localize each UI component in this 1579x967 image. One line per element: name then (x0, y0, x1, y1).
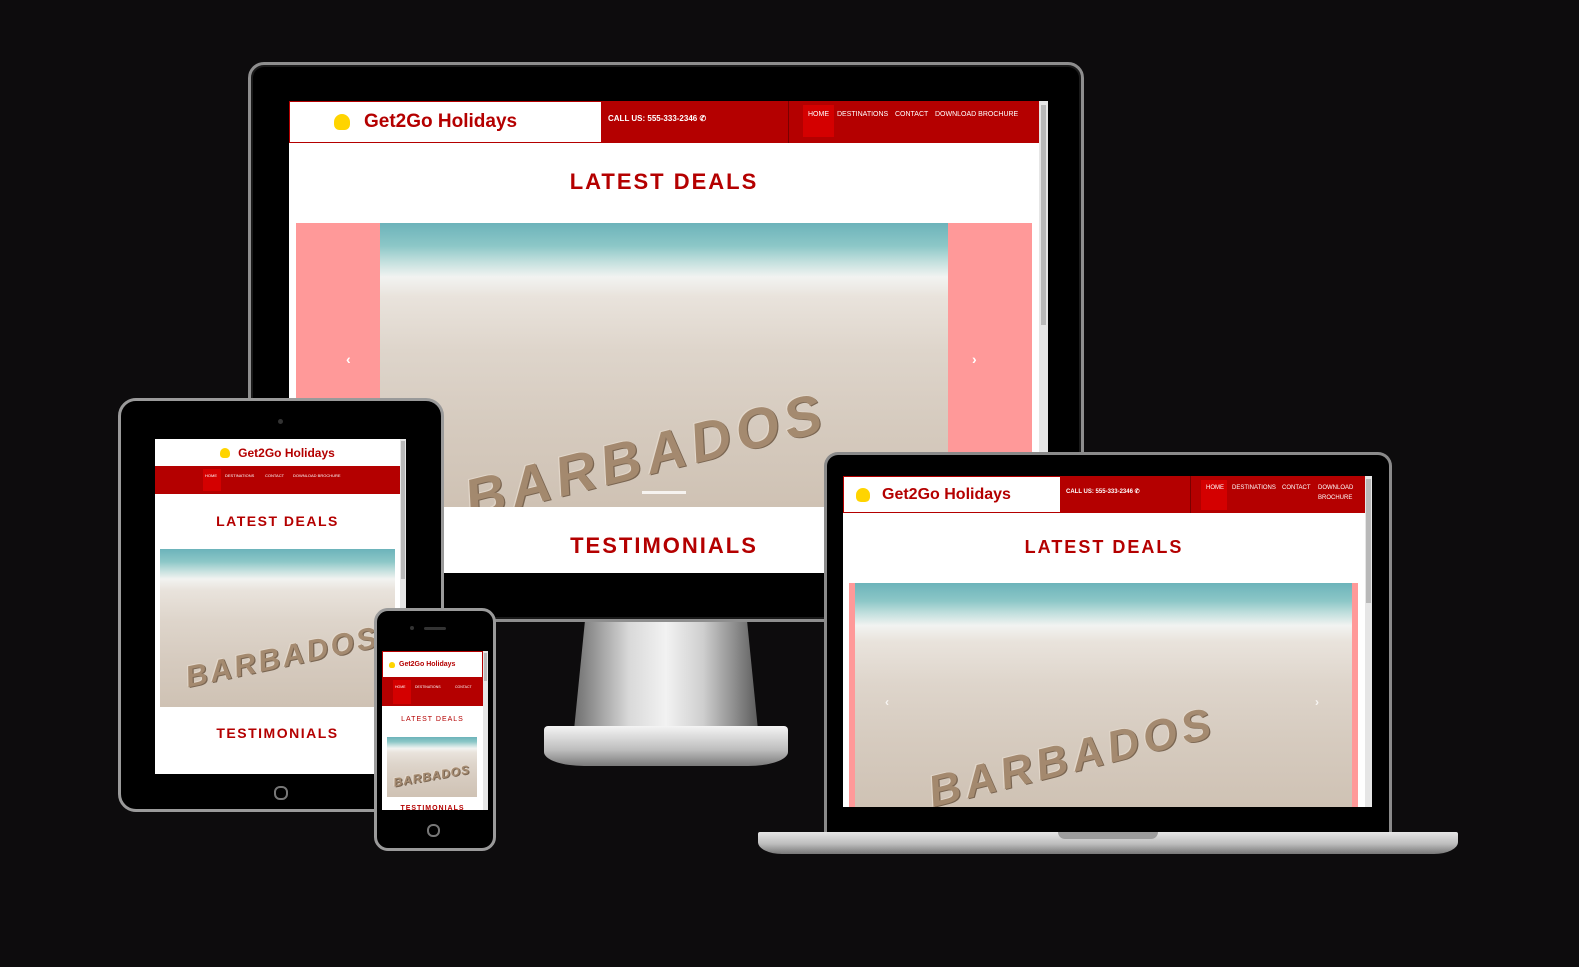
phone-brand-logo[interactable]: Get2Go Holidays (382, 651, 483, 678)
phone-camera (410, 626, 414, 630)
nav-contact[interactable]: CONTACT (265, 473, 284, 478)
nav-contact[interactable]: CONTACT (895, 111, 928, 118)
tablet-camera (278, 419, 283, 424)
chevron-right-icon: › (972, 351, 977, 367)
hat-logo-icon (220, 447, 231, 458)
phone-scrollbar[interactable] (483, 651, 488, 810)
carousel-slide-image: BARBADOS (387, 737, 477, 797)
tablet-home-button[interactable] (274, 786, 288, 800)
testimonials-heading: TESTIMONIALS (400, 805, 465, 810)
nav-active-highlight (803, 105, 834, 137)
tablet-nav-bar (155, 466, 400, 494)
phone-speaker (424, 627, 446, 630)
phone-icon: ✆ (699, 114, 707, 123)
tablet-brand-logo[interactable]: Get2Go Holidays (155, 439, 400, 466)
nav-destinations[interactable]: DESTINATIONS (415, 685, 441, 689)
carousel-next-panel[interactable] (1352, 583, 1358, 807)
nav-download-brochure[interactable]: DOWNLOAD BROCHURE (935, 111, 1018, 118)
phone-icon: ✆ (1134, 489, 1140, 495)
laptop-scrollbar[interactable] (1365, 476, 1372, 807)
nav-contact[interactable]: CONTACT (1282, 485, 1311, 491)
header-divider (788, 101, 789, 143)
carousel-slide-image: ‹ › BARBADOS (855, 583, 1352, 807)
brand-name: Get2Go Holidays (238, 445, 335, 460)
phone-screen: Get2Go Holidays HOME DESTINATIONS CONTAC… (382, 651, 488, 810)
testimonials-heading: TESTIMONIALS (216, 725, 339, 741)
latest-deals-heading: LATEST DEALS (216, 513, 339, 529)
brand-name: Get2Go Holidays (399, 661, 456, 668)
call-us-text[interactable]: CALL US: 555-333-2346 ✆ (608, 114, 706, 123)
barbados-sand-writing: BARBADOS (457, 379, 834, 507)
nav-destinations[interactable]: DESTINATIONS (225, 473, 254, 478)
carousel-slide-image: BARBADOS (160, 549, 395, 707)
hat-logo-icon (334, 114, 350, 130)
laptop-screen: Get2Go Holidays CALL US: 555-333-2346 ✆ … (843, 476, 1372, 807)
call-us-text[interactable]: CALL US: 555-333-2346 ✆ (1066, 488, 1140, 495)
header-divider (1190, 476, 1191, 513)
latest-deals-heading: LATEST DEALS (569, 169, 759, 194)
chevron-left-icon: ‹ (346, 351, 351, 367)
nav-destinations[interactable]: DESTINATIONS (837, 111, 888, 118)
monitor-stand-foot (544, 726, 788, 766)
laptop-scrollbar-thumb[interactable] (1366, 479, 1371, 603)
barbados-sand-writing: BARBADOS (392, 762, 471, 790)
chevron-left-icon[interactable]: ‹ (885, 695, 889, 709)
nav-home[interactable]: HOME (808, 111, 829, 118)
monitor-stand-neck (574, 620, 758, 730)
nav-home[interactable]: HOME (1206, 485, 1224, 491)
barbados-sand-writing: BARBADOS (923, 698, 1221, 807)
laptop-notch (1058, 832, 1158, 839)
nav-active-highlight (393, 680, 411, 704)
nav-download-brochure[interactable]: DOWNLOAD BROCHURE (293, 473, 341, 478)
carousel-indicator[interactable] (642, 491, 686, 494)
nav-contact[interactable]: CONTACT (455, 685, 472, 689)
nav-home[interactable]: HOME (205, 473, 217, 478)
nav-download-line1[interactable]: DOWNLOAD (1318, 485, 1353, 491)
brand-name: Get2Go Holidays (882, 485, 1011, 503)
barbados-sand-writing: BARBADOS (182, 620, 383, 695)
brand-logo-link[interactable]: Get2Go Holidays (843, 476, 1061, 513)
nav-download-line2[interactable]: BROCHURE (1318, 495, 1352, 501)
phone-home-button[interactable] (427, 824, 440, 837)
tablet-screen: Get2Go Holidays HOME DESTINATIONS CONTAC… (155, 439, 406, 774)
nav-home[interactable]: HOME (395, 685, 406, 689)
hat-logo-icon (856, 487, 870, 502)
desktop-scrollbar-thumb[interactable] (1041, 105, 1046, 325)
brand-logo-link[interactable]: Get2Go Holidays (289, 101, 602, 143)
brand-name: Get2Go Holidays (364, 111, 518, 132)
latest-deals-heading: LATEST DEALS (401, 716, 464, 723)
nav-destinations[interactable]: DESTINATIONS (1232, 485, 1276, 491)
latest-deals-heading: LATEST DEALS (1024, 537, 1184, 557)
phone-scrollbar-thumb[interactable] (484, 653, 487, 681)
hat-logo-icon (389, 661, 395, 668)
chevron-right-icon[interactable]: › (1315, 695, 1319, 709)
tablet-scrollbar-thumb[interactable] (401, 441, 405, 579)
